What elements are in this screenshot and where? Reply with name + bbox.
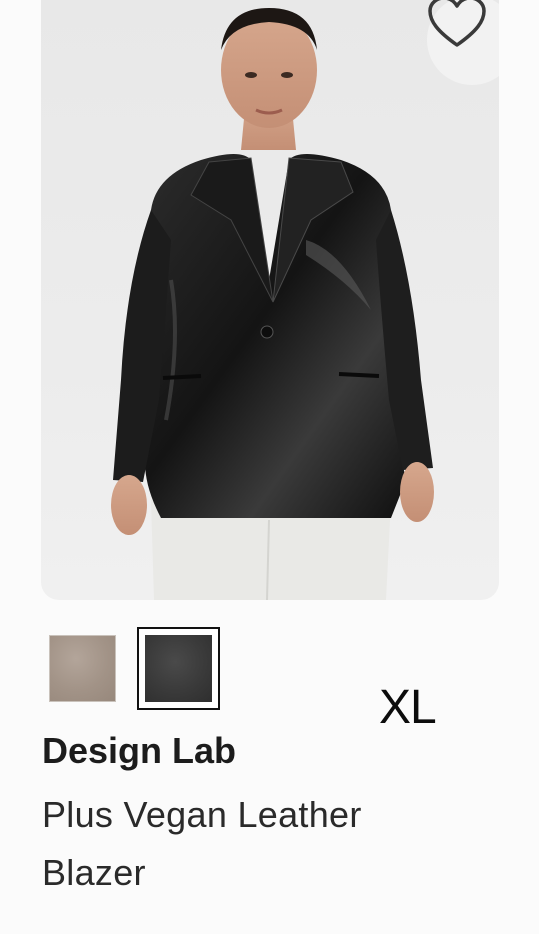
- swatch-taupe[interactable]: [49, 635, 116, 702]
- product-card: XL Design Lab Plus Vegan Leather Blazer: [0, 0, 539, 934]
- product-photo: [111, 8, 434, 600]
- product-title[interactable]: Plus Vegan Leather Blazer: [42, 786, 462, 902]
- product-image[interactable]: [41, 0, 499, 600]
- swatch-black[interactable]: [145, 635, 212, 702]
- size-label: XL: [379, 681, 437, 734]
- heart-outline-icon: [428, 0, 486, 47]
- brand-name[interactable]: Design Lab: [42, 730, 236, 772]
- swatch-black-selected[interactable]: [137, 627, 220, 710]
- color-swatches: [49, 627, 220, 710]
